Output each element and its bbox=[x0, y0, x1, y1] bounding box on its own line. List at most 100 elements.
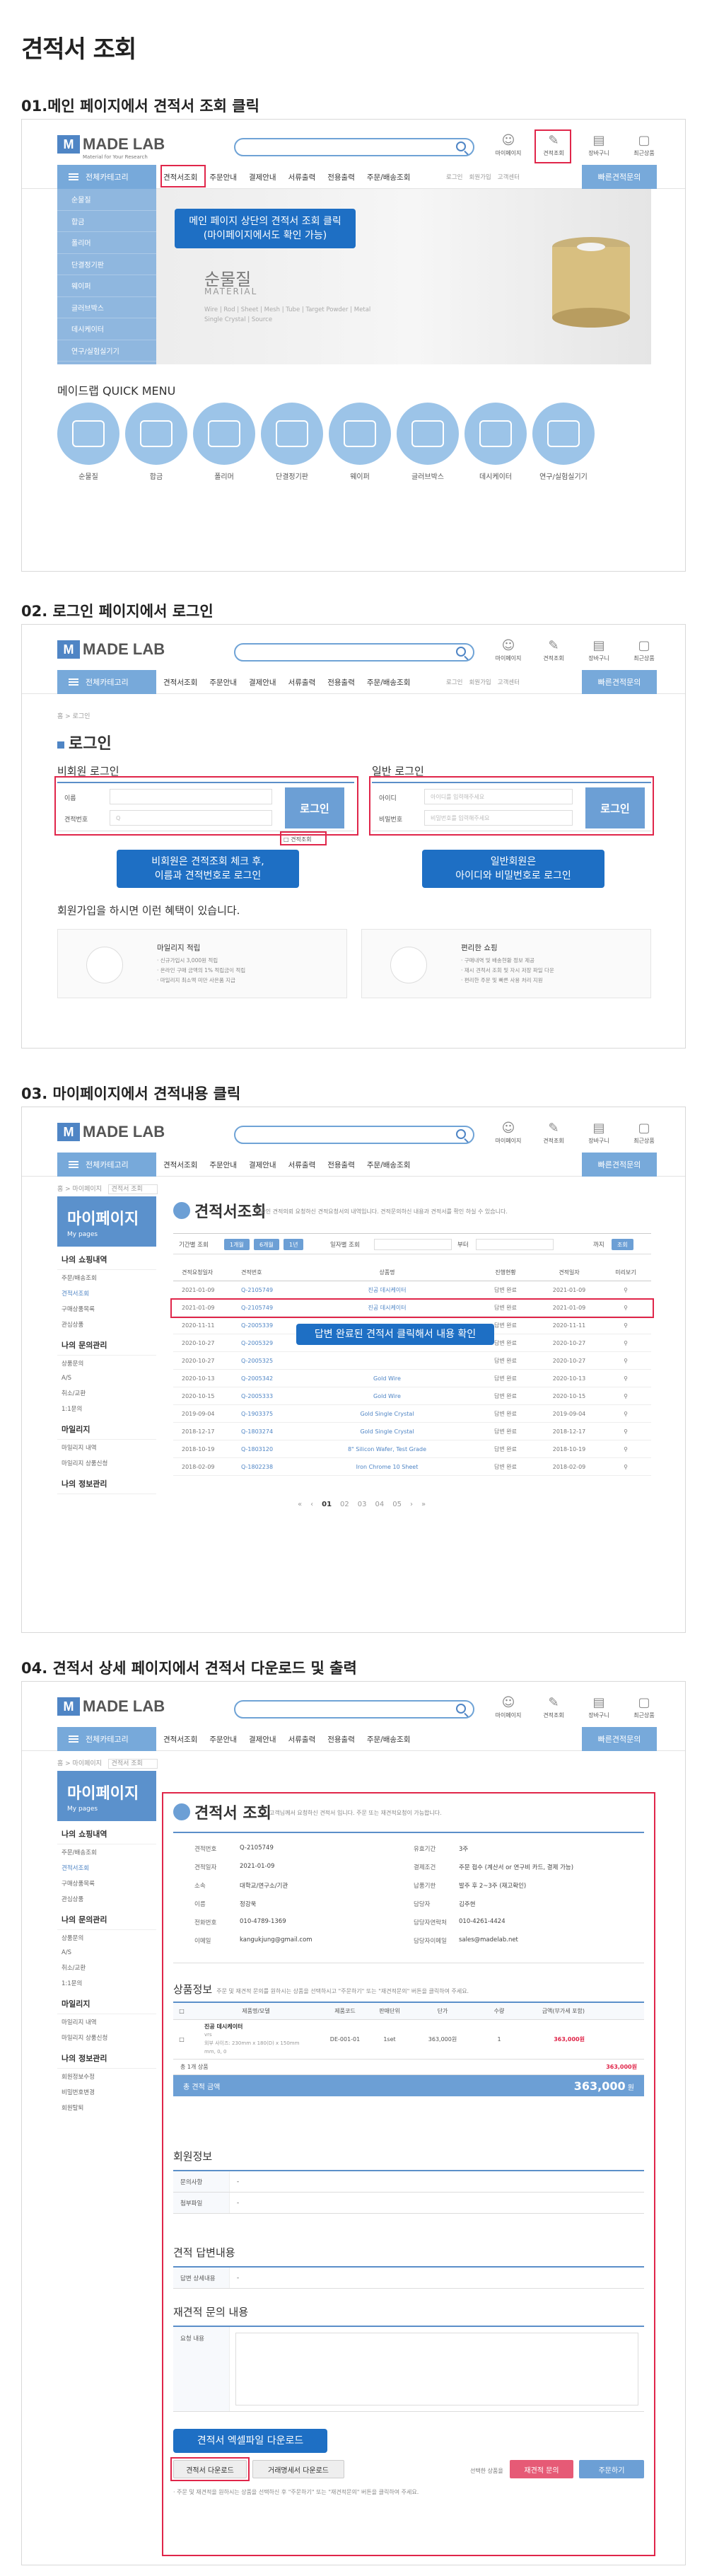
table-row[interactable]: 2018-02-09 Q-1802238 Iron Chrome 10 Sheet 답… bbox=[173, 1458, 651, 1476]
cart-link[interactable]: ▤ 장바구니 bbox=[583, 637, 615, 662]
cell-product[interactable]: Gold Wire bbox=[300, 1393, 474, 1399]
filter-1month[interactable]: 1개월 bbox=[224, 1239, 250, 1250]
table-row[interactable]: 2020-10-15 Q-2005333 Gold Wire 답변 완료 2020-10… bbox=[173, 1387, 651, 1405]
search-input[interactable] bbox=[234, 1126, 474, 1144]
preview-search-icon[interactable]: ⚲ bbox=[601, 1322, 650, 1329]
side-link-as[interactable]: A/S bbox=[57, 1946, 156, 1960]
side-link-quote[interactable]: 견적서조회 bbox=[57, 1286, 156, 1301]
quote-link[interactable]: ✎ 견적조회 bbox=[537, 1120, 570, 1145]
cart-link[interactable]: ▤ 장바구니 bbox=[583, 132, 615, 157]
nav-item-payment-guide[interactable]: 결제안내 bbox=[249, 1160, 276, 1170]
support-link[interactable]: 고객센터 bbox=[498, 173, 520, 181]
page-number[interactable]: 03 bbox=[358, 1501, 367, 1508]
preview-search-icon[interactable]: ⚲ bbox=[601, 1340, 650, 1346]
side-link-mileage[interactable]: 마일리지 내역 bbox=[57, 2014, 156, 2030]
recent-link[interactable]: ▢ 최근상품 bbox=[628, 1694, 660, 1719]
breadcrumb-select[interactable]: 견적서 조회 bbox=[107, 1759, 158, 1769]
nav-item-order-guide[interactable]: 주문안내 bbox=[209, 677, 237, 688]
search-icon[interactable] bbox=[456, 141, 466, 151]
side-cat-item[interactable]: 폴리머 bbox=[57, 232, 156, 254]
side-link-mileage[interactable]: 마일리지 내역 bbox=[57, 1440, 156, 1455]
nav-item-quote[interactable]: 견적서조회 bbox=[163, 677, 197, 688]
nav-item-print[interactable]: 전용출력 bbox=[327, 1160, 355, 1170]
search-icon[interactable] bbox=[456, 647, 466, 657]
recent-link[interactable]: ▢ 최근상품 bbox=[628, 132, 660, 157]
signup-link[interactable]: 회원가입 bbox=[469, 678, 491, 686]
cell-product[interactable]: Gold Single Crystal bbox=[300, 1428, 474, 1435]
quick-menu-item[interactable]: 순물질 bbox=[57, 403, 119, 481]
filter-search-button[interactable]: 조회 bbox=[612, 1239, 633, 1250]
cell-product[interactable]: Iron Chrome 10 Sheet bbox=[300, 1464, 474, 1470]
preview-search-icon[interactable]: ⚲ bbox=[601, 1393, 650, 1399]
cell-quote-no[interactable]: Q-2005342 bbox=[237, 1375, 300, 1382]
page-number[interactable]: 04 bbox=[375, 1501, 385, 1508]
preview-search-icon[interactable]: ⚲ bbox=[601, 1446, 650, 1452]
cart-link[interactable]: ▤ 장바구니 bbox=[583, 1694, 615, 1719]
preview-search-icon[interactable]: ⚲ bbox=[601, 1464, 650, 1470]
row-checkbox[interactable]: □ bbox=[173, 2036, 190, 2043]
requote-textarea[interactable] bbox=[235, 2333, 638, 2405]
nav-item-documents[interactable]: 서류출력 bbox=[288, 677, 316, 688]
cell-product[interactable]: Gold Single Crystal bbox=[300, 1411, 474, 1417]
logo[interactable]: M MADE LAB bbox=[57, 134, 165, 155]
side-link-edit-profile[interactable]: 회원정보수정 bbox=[57, 2069, 156, 2084]
logo[interactable]: M MADE LAB bbox=[57, 1696, 165, 1717]
logo[interactable]: M MADE LAB bbox=[57, 639, 165, 660]
quick-quote-button[interactable]: 빠른견적문의 bbox=[582, 1727, 657, 1751]
side-link-mileage-apply[interactable]: 마일리지 상품신청 bbox=[57, 2030, 156, 2045]
cart-link[interactable]: ▤ 장바구니 bbox=[583, 1120, 615, 1145]
logo[interactable]: M MADE LAB bbox=[57, 1121, 165, 1143]
date-to-input[interactable] bbox=[476, 1239, 554, 1250]
side-link-product-qna[interactable]: 상품문의 bbox=[57, 1930, 156, 1946]
side-cat-item[interactable]: 데시케이터 bbox=[57, 318, 156, 340]
recent-link[interactable]: ▢ 최근상품 bbox=[628, 637, 660, 662]
nav-item-order-guide[interactable]: 주문안내 bbox=[209, 1734, 237, 1745]
mypage-link[interactable]: ☺ 마이페이지 bbox=[492, 1120, 525, 1145]
cell-quote-no[interactable]: Q-2105749 bbox=[237, 1287, 300, 1293]
side-link-cancel[interactable]: 취소/교환 bbox=[57, 1960, 156, 1975]
support-link[interactable]: 고객센터 bbox=[498, 678, 520, 686]
requote-button[interactable]: 재견적 문의 bbox=[510, 2460, 573, 2478]
category-button[interactable]: 전체카테고리 bbox=[57, 670, 156, 694]
category-button[interactable]: 전체카테고리 bbox=[57, 165, 156, 189]
signup-link[interactable]: 회원가입 bbox=[469, 173, 491, 181]
category-button[interactable]: 전체카테고리 bbox=[57, 1727, 156, 1751]
quick-quote-button[interactable]: 빠른견적문의 bbox=[582, 165, 657, 189]
mypage-link[interactable]: ☺ 마이페이지 bbox=[492, 132, 525, 157]
page-first[interactable]: « bbox=[298, 1501, 302, 1508]
nav-item-quote[interactable]: 견적서조회 bbox=[163, 1734, 197, 1745]
table-row[interactable]: 2020-10-27 Q-2005325 답변 완료 2020-10-27 ⚲ bbox=[173, 1352, 651, 1370]
preview-search-icon[interactable]: ⚲ bbox=[601, 1287, 650, 1293]
quick-menu-item[interactable]: 단결정기판 bbox=[261, 403, 323, 481]
nav-item-print[interactable]: 전용출력 bbox=[327, 172, 355, 183]
search-input[interactable] bbox=[234, 643, 474, 662]
quick-menu-item[interactable]: 연구/실험실기기 bbox=[532, 403, 595, 481]
page-number[interactable]: 01 bbox=[322, 1501, 332, 1508]
preview-search-icon[interactable]: ⚲ bbox=[601, 1428, 650, 1435]
cell-product[interactable]: Gold Wire bbox=[300, 1375, 474, 1382]
nav-item-order-status[interactable]: 주문/배송조회 bbox=[367, 172, 411, 183]
nav-item-documents[interactable]: 서류출력 bbox=[288, 172, 316, 183]
order-button[interactable]: 주문하기 bbox=[579, 2460, 644, 2478]
quick-menu-item[interactable]: 합금 bbox=[125, 403, 187, 481]
quick-menu-item[interactable]: 데시케이터 bbox=[464, 403, 527, 481]
cell-quote-no[interactable]: Q-1903375 bbox=[237, 1411, 300, 1417]
side-link-cancel[interactable]: 취소/교환 bbox=[57, 1385, 156, 1401]
side-link-wishlist[interactable]: 관심상품 bbox=[57, 1317, 156, 1332]
filter-1year[interactable]: 1년 bbox=[284, 1239, 304, 1250]
mypage-link[interactable]: ☺ 마이페이지 bbox=[492, 637, 525, 662]
side-link-order-status[interactable]: 주문/배송조회 bbox=[57, 1270, 156, 1286]
nav-item-payment-guide[interactable]: 결제안내 bbox=[249, 172, 276, 183]
nav-item-print[interactable]: 전용출력 bbox=[327, 677, 355, 688]
breadcrumb-select[interactable]: 견적서 조회 bbox=[107, 1184, 158, 1194]
quick-menu-item[interactable]: 웨이퍼 bbox=[329, 403, 391, 481]
filter-6month[interactable]: 6개월 bbox=[254, 1239, 279, 1250]
preview-search-icon[interactable]: ⚲ bbox=[601, 1411, 650, 1417]
cell-quote-no[interactable]: Q-1803120 bbox=[237, 1446, 300, 1452]
product-row[interactable]: □ 진공 데시케이터 vrs 외부 사이즈: 230mm x 180(D) x … bbox=[173, 2020, 644, 2060]
nav-item-payment-guide[interactable]: 결제안내 bbox=[249, 677, 276, 688]
side-cat-item[interactable]: 순물질 bbox=[57, 189, 156, 211]
side-link-mileage-apply[interactable]: 마일리지 상품신청 bbox=[57, 1455, 156, 1471]
date-from-input[interactable] bbox=[374, 1239, 452, 1250]
side-link-wishlist[interactable]: 관심상품 bbox=[57, 1891, 156, 1907]
